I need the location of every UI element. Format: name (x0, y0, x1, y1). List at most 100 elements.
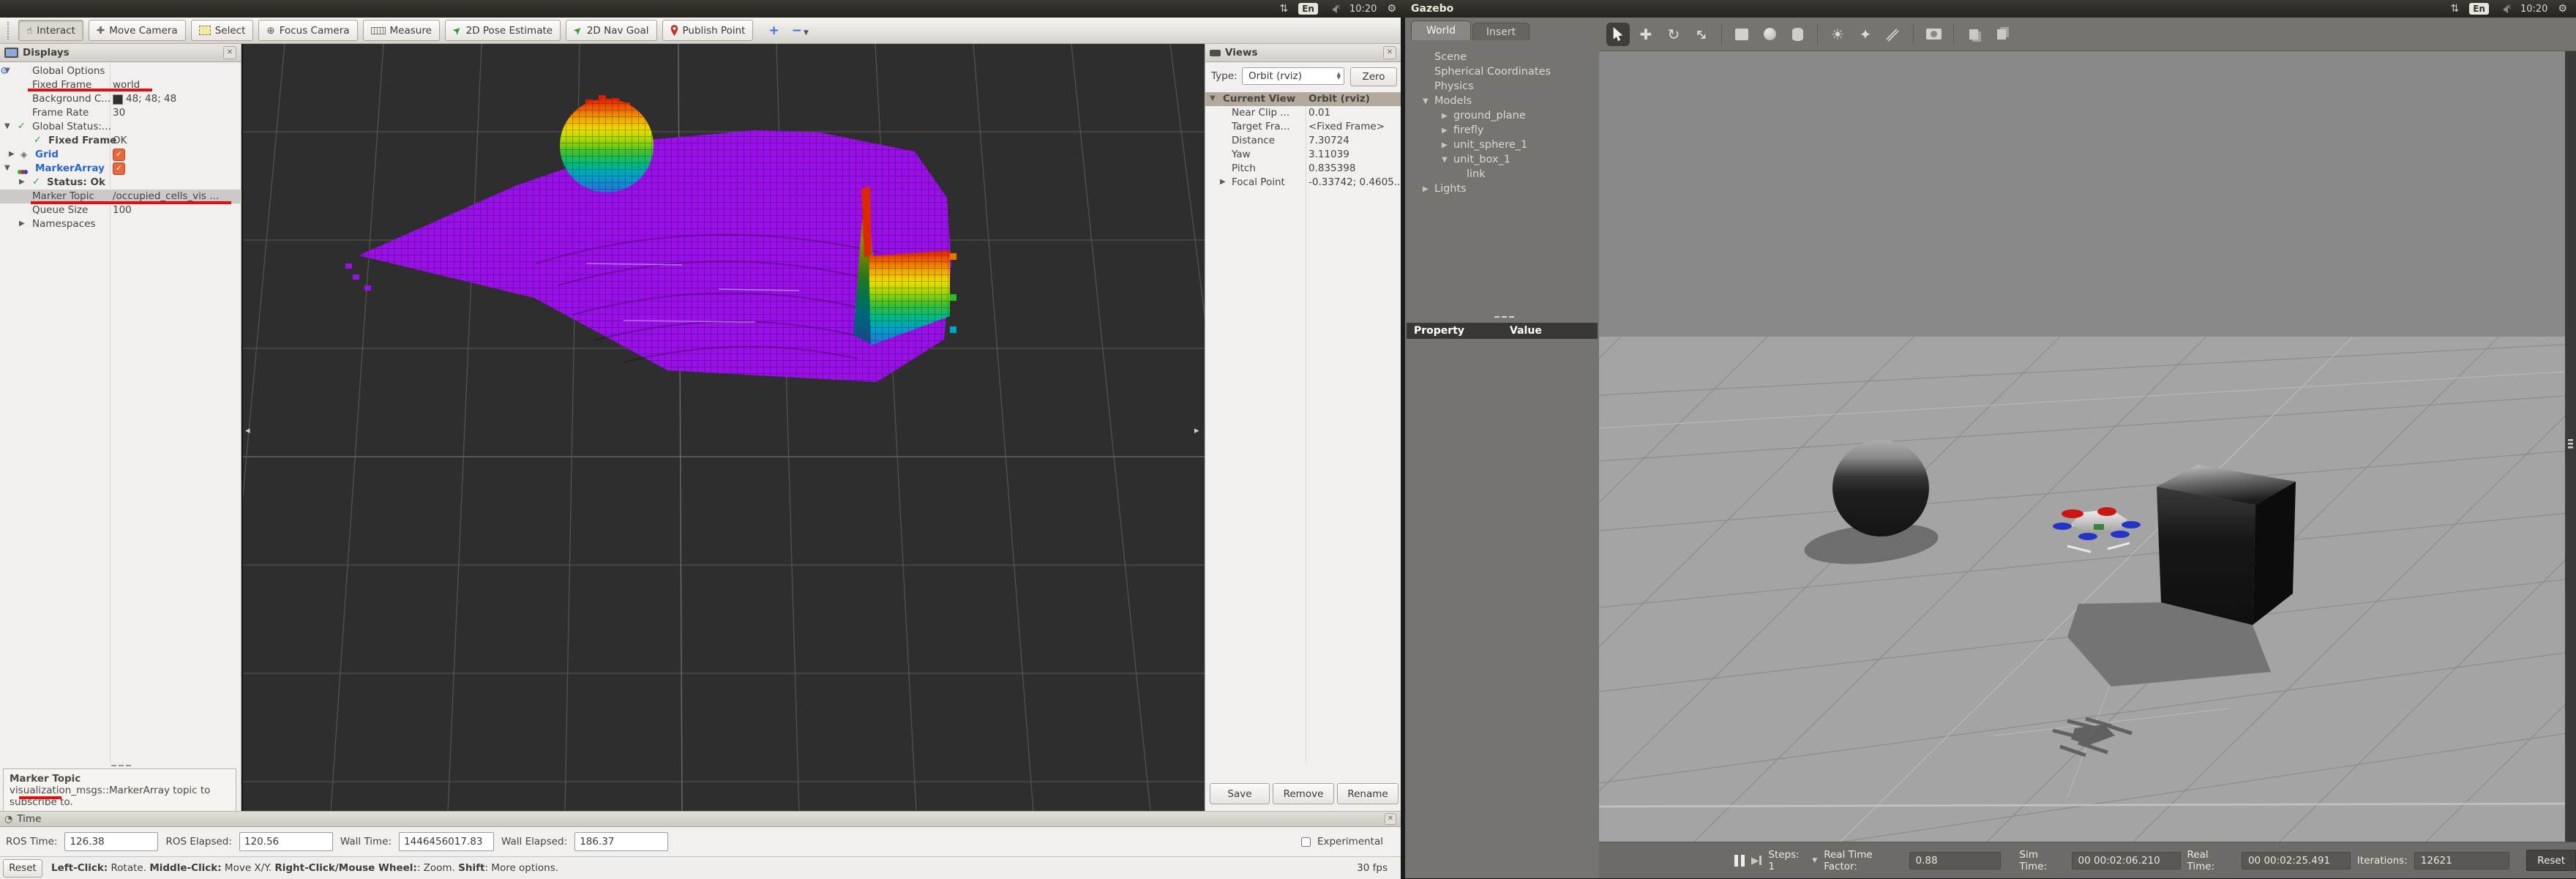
tree-row-queue-size[interactable]: Queue Size 100 (0, 203, 242, 217)
keyboard-indicator[interactable]: En (1298, 3, 1318, 15)
help-title: Marker Topic (10, 773, 81, 785)
experimental-label: Experimental (1317, 836, 1383, 848)
enabled-checkbox[interactable]: ✓ (113, 162, 125, 175)
measure-tool-button[interactable]: Measure (362, 20, 440, 41)
panel-collapse-right-icon[interactable]: ▸ (1194, 425, 1199, 436)
system-tray-right[interactable]: ⇅ En ✕ 10:20 ⚙ (2450, 3, 2576, 15)
close-icon[interactable]: ✕ (1385, 813, 1396, 825)
save-view-button[interactable]: Save (1210, 783, 1270, 804)
toolbar-separator (1953, 23, 1954, 45)
rviz-statusbar: Reset Left-Click: Rotate. Middle-Click: … (0, 856, 1401, 879)
system-tray-left[interactable]: ⇅ En ✕ 10:20 ⚙ (1279, 3, 1405, 15)
wall-elapsed-input[interactable] (574, 832, 669, 851)
tree-row-namespaces[interactable]: ▶ Namespaces (0, 217, 242, 231)
tree-row-frame-rate[interactable]: Frame Rate 30 (0, 106, 242, 120)
directional-light-icon[interactable]: ∥ (1882, 23, 1905, 46)
volume-muted-icon[interactable]: ✕ (2498, 4, 2512, 13)
scale-tool-icon[interactable]: ↔ (1690, 23, 1713, 46)
pose-estimate-tool-button[interactable]: ➤ 2D Pose Estimate (444, 20, 561, 41)
tree-row-target-frame[interactable]: Target Fra... <Fixed Frame> (1205, 120, 1401, 134)
step-button[interactable]: ▶ (1751, 855, 1762, 867)
clock-right[interactable]: 10:20 (2520, 4, 2547, 15)
steps-caret-icon[interactable]: ▼ (1812, 857, 1817, 864)
ros-time-input[interactable] (64, 832, 159, 851)
time-panel-titlebar[interactable]: ◔ Time ✕ (0, 812, 1401, 827)
tree-row-global-options[interactable]: ▼ ⚙ Global Options (0, 64, 242, 78)
tree-row-grid[interactable]: ▶ ◈ Grid ✓ (0, 148, 242, 162)
rviz-3d-viewport[interactable]: ◂ ▸ (213, 43, 1268, 812)
remove-tool-button[interactable]: − ▼ (792, 23, 809, 38)
tree-row-pitch[interactable]: Pitch 0.835398 (1205, 162, 1401, 176)
zero-button[interactable]: Zero (1350, 67, 1397, 86)
reset-button[interactable]: Reset (3, 859, 42, 878)
move-camera-tool-button[interactable]: ✚ Move Camera (88, 20, 186, 41)
tab-world[interactable]: World (1411, 20, 1471, 40)
nav-goal-tool-button[interactable]: ➤ 2D Nav Goal (566, 20, 657, 41)
tree-row-status-fixed-frame[interactable]: ✓ Fixed Frame OK (0, 134, 242, 148)
select-tool-icon[interactable] (1606, 22, 1630, 46)
sky (1599, 51, 2576, 337)
type-label: Type: (1211, 70, 1238, 82)
interact-tool-button[interactable]: ☝ Interact (18, 20, 83, 41)
point-light-icon[interactable]: ☀ (1826, 23, 1849, 46)
tree-row-focal-point[interactable]: ▶ Focal Point -0.33742; 0.4605... (1205, 176, 1404, 190)
right-panel-collapsed-strip[interactable] (2565, 51, 2576, 842)
check-ok-icon: ✓ (32, 176, 40, 187)
session-gear-icon[interactable]: ⚙ (1387, 3, 1396, 15)
sim-time-value: 00 00:02:06.210 (2071, 851, 2181, 869)
tree-row-distance[interactable]: Distance 7.30724 (1205, 134, 1401, 148)
tree-row-yaw[interactable]: Yaw 3.11039 (1205, 148, 1401, 162)
spot-light-icon[interactable]: ✦ (1854, 23, 1877, 46)
volume-muted-icon[interactable]: ✕ (1328, 4, 1341, 13)
cylinder-shape-icon[interactable] (1786, 23, 1809, 46)
gazebo-reset-button[interactable]: Reset (2526, 850, 2576, 871)
remove-view-button[interactable]: Remove (1273, 783, 1334, 804)
pause-button[interactable] (1734, 854, 1745, 867)
experimental-checkbox[interactable] (1300, 837, 1311, 847)
gazebo-3d-viewport[interactable] (1108, 51, 2576, 879)
crosshair-icon: ⊕ (266, 24, 275, 37)
tree-row-current-view[interactable]: ▼ Current View Orbit (rviz) (1205, 92, 1401, 106)
tree-row-status-ok[interactable]: ▶ ✓ Status: Ok (0, 176, 242, 190)
focus-camera-tool-button[interactable]: ⊕ Focus Camera (258, 20, 358, 41)
enabled-checkbox[interactable]: ✓ (113, 149, 125, 161)
session-gear-icon[interactable]: ⚙ (2558, 3, 2567, 15)
tab-insert[interactable]: Insert (1472, 23, 1530, 40)
ros-elapsed-input[interactable] (239, 832, 333, 851)
rename-view-button[interactable]: Rename (1337, 783, 1399, 804)
keyboard-indicator[interactable]: En (2469, 3, 2489, 15)
copy-icon[interactable] (1962, 23, 1985, 46)
rotate-tool-icon[interactable]: ↻ (1662, 23, 1685, 46)
spinner-icons[interactable]: ▲ ▼ (1337, 72, 1341, 81)
select-tool-button[interactable]: Select (190, 20, 254, 41)
toolbar-grip[interactable] (7, 21, 12, 40)
box-shape-icon[interactable] (1730, 23, 1753, 46)
sphere-shape-icon[interactable] (1758, 23, 1781, 46)
panel-collapse-left-icon[interactable]: ◂ (245, 425, 250, 436)
wall-time-input[interactable] (399, 832, 495, 851)
tree-row-global-status[interactable]: ▼ ✓ Global Status:... (0, 120, 242, 134)
displays-panel-titlebar[interactable]: Displays ✕ (0, 44, 241, 62)
views-panel-titlebar[interactable]: Views ✕ (1205, 44, 1401, 62)
close-icon[interactable]: ✕ (1383, 46, 1396, 59)
steps-label[interactable]: Steps: 1 (1768, 849, 1805, 872)
view-type-dropdown[interactable]: Orbit (rviz) ▲ ▼ (1242, 67, 1344, 85)
publish-point-tool-button[interactable]: Publish Point (662, 20, 754, 41)
clock-left[interactable]: 10:20 (1349, 4, 1377, 15)
tree-row-near-clip[interactable]: Near Clip ... 0.01 (1205, 106, 1401, 120)
close-icon[interactable]: ✕ (223, 46, 236, 59)
tree-row-background-color[interactable]: Background C... 48; 48; 48 (0, 92, 242, 106)
screenshot-icon[interactable] (1922, 23, 1945, 46)
paste-icon[interactable] (1990, 23, 2013, 46)
network-arrows-icon[interactable]: ⇅ (2450, 3, 2459, 15)
translate-tool-icon[interactable]: ✚ (1634, 23, 1658, 46)
property-table-header[interactable]: Property Value (1407, 323, 1598, 339)
splitter-grip[interactable] (111, 765, 131, 766)
network-arrows-icon[interactable]: ⇅ (1279, 3, 1288, 15)
tree-row-marker-array[interactable]: ▼ MarkerArray ✓ (0, 162, 242, 176)
rviz-scene: ◂ ▸ (213, 43, 1268, 812)
displays-tree: ▼ ⚙ Global Options Fixed Frame world Backgr… (0, 63, 242, 763)
blue-propeller (2122, 521, 2141, 528)
add-tool-button[interactable]: + (768, 23, 779, 38)
panel-splitter-grip[interactable] (1494, 316, 1514, 318)
